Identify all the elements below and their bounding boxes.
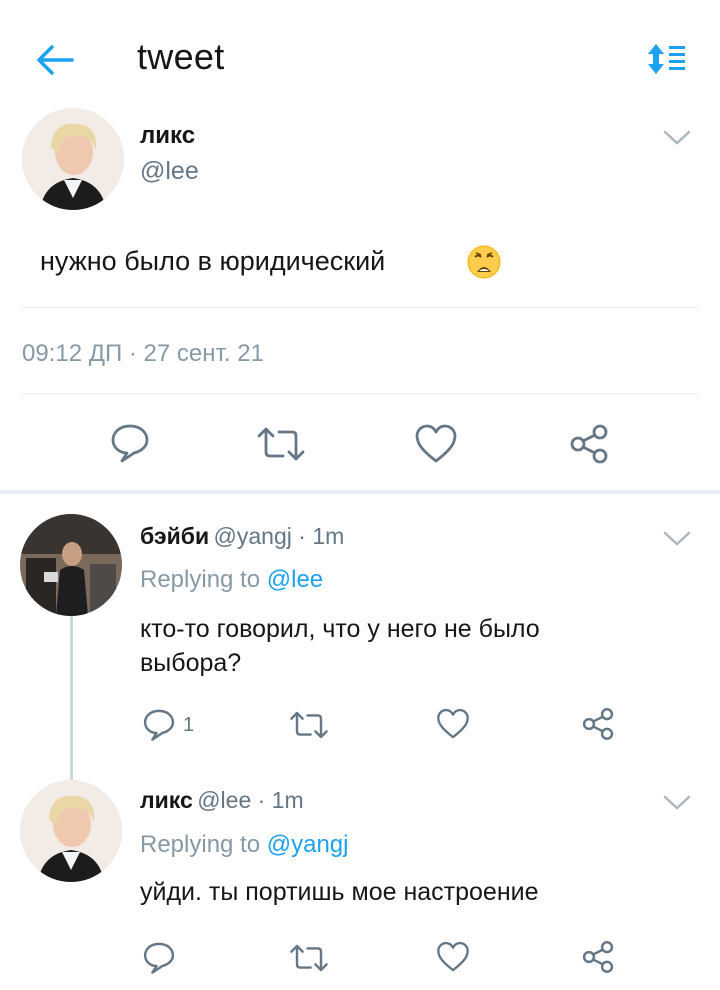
weary-face-emoji [466,244,502,280]
reply-button[interactable] [108,420,152,464]
reply-text-line: уйди. ты портишь мое настроение [140,878,539,906]
retweet-button[interactable] [288,942,330,974]
reply-text-line: выбора? [140,649,242,677]
share-button[interactable] [580,706,616,742]
reply-icon [111,424,149,463]
back-arrow-icon [37,45,74,75]
share-icon [582,941,614,973]
avatar[interactable] [20,780,122,882]
author-handle[interactable]: @lee [140,157,199,186]
chevron-down-icon [663,795,691,810]
divider [22,393,698,394]
retweet-button[interactable] [288,709,330,741]
replying-to: Replying to @yangj [140,831,349,859]
heart-icon [437,708,469,739]
sort-button[interactable] [642,40,690,80]
reply-text: уйди. ты портишь мое настроение [140,875,539,909]
share-button[interactable] [580,939,616,975]
reply-button[interactable]: 1 [141,706,211,742]
like-button[interactable] [435,940,471,974]
reply-text-line: кто-то говорил, что у него не было [140,615,540,643]
heart-icon [437,941,469,972]
tweet-text: нужно было в юридический [40,246,385,277]
back-button[interactable] [30,38,80,82]
share-icon [570,424,608,464]
tweet-menu-button[interactable] [660,125,694,149]
reply-count: 1 [183,714,195,736]
avatar[interactable] [20,514,122,616]
author-handle[interactable]: @lee · 1m [197,787,303,813]
replying-to: Replying to @lee [140,566,323,594]
retweet-button[interactable] [255,424,307,464]
chevron-down-icon [663,130,691,145]
tweet-menu-button[interactable] [660,790,694,814]
author-name[interactable]: ликс [140,122,195,150]
tweet-text-content: нужно было в юридический [40,246,386,276]
reply-header: бэйби @yangj · 1m [140,523,344,550]
page-title: tweet [137,36,225,77]
retweet-icon [290,944,328,972]
tweet-timestamp: 09:12 ДП · 27 сент. 21 [22,340,264,367]
author-name[interactable]: бэйби [140,523,209,549]
reply-icon [143,709,175,741]
sort-icon [648,44,685,74]
avatar[interactable] [22,108,124,210]
mention-link[interactable]: @lee [267,566,323,593]
author-name[interactable]: ликс [140,787,193,813]
replying-to-label: Replying to [140,566,267,593]
reply-button[interactable] [141,939,177,975]
thread-line [70,616,73,780]
section-separator [0,490,720,494]
like-button[interactable] [413,422,459,466]
like-button[interactable] [435,707,471,741]
app-header: tweet [0,0,720,110]
author-handle[interactable]: @yangj · 1m [214,523,345,549]
heart-icon [415,424,457,463]
reply-icon [143,942,175,974]
tweet-menu-button[interactable] [660,526,694,550]
chevron-down-icon [663,531,691,546]
divider [22,307,698,308]
reply-text: кто-то говорил, что у него не было выбор… [140,612,540,680]
replying-to-label: Replying to [140,831,267,858]
mention-link[interactable]: @yangj [267,831,349,858]
share-icon [582,708,614,740]
retweet-icon [257,427,305,461]
share-button[interactable] [567,422,611,466]
retweet-icon [290,711,328,739]
reply-header: ликс @lee · 1m [140,787,304,814]
